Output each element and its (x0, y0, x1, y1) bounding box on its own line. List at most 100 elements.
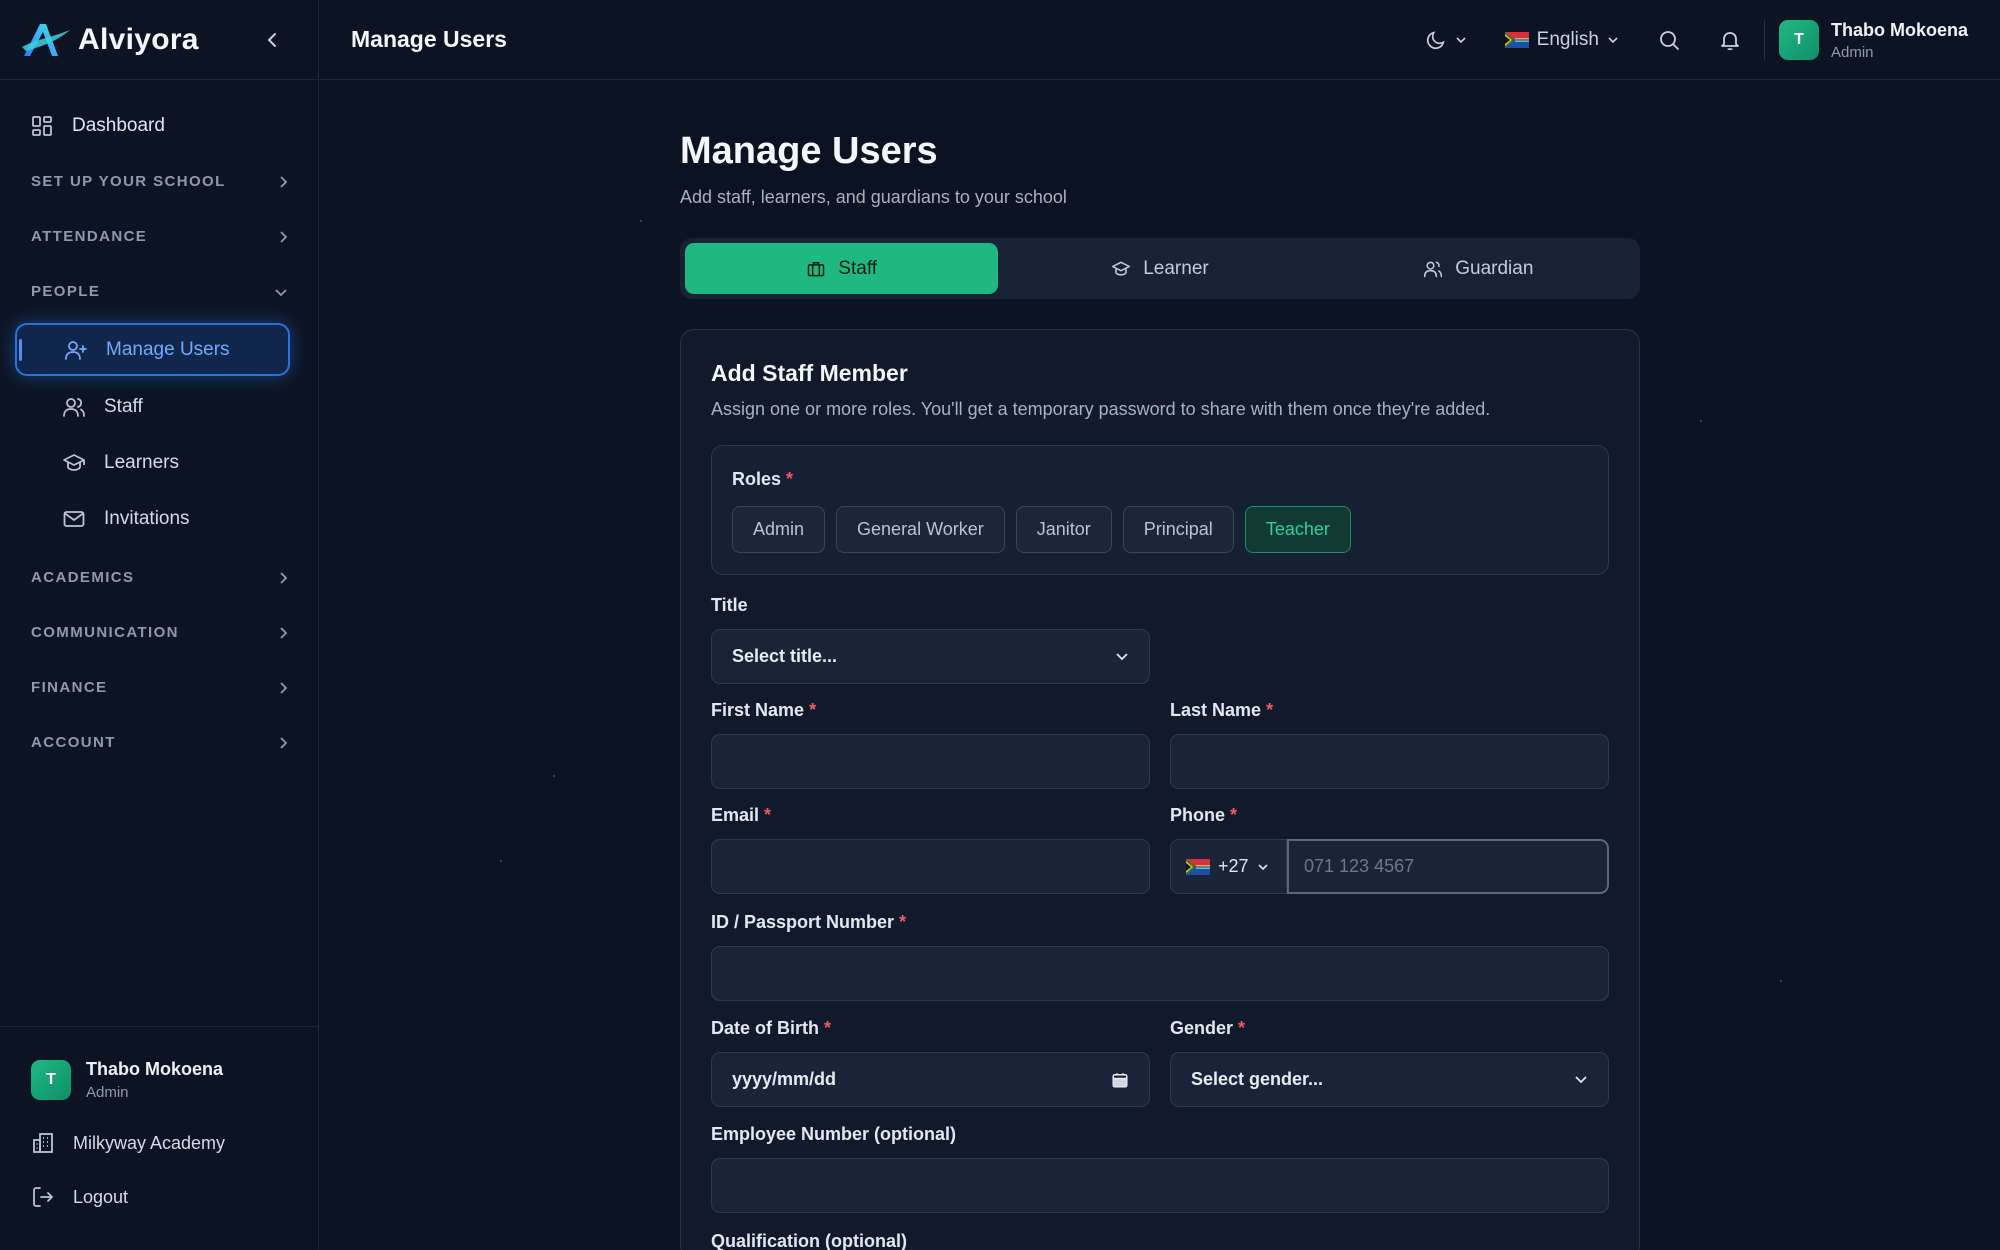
gender-field: Gender * Select gender... (1170, 1018, 1609, 1107)
role-chip-principal[interactable]: Principal (1122, 506, 1234, 553)
sidebar-section-account[interactable]: ACCOUNT (0, 715, 318, 770)
role-chip-teacher[interactable]: Teacher (1244, 506, 1351, 553)
gender-select[interactable]: Select gender... (1170, 1052, 1609, 1107)
dob-label: Date of Birth * (711, 1018, 1150, 1039)
title-field: Title Select title... (711, 595, 1150, 684)
first-name-label: First Name * (711, 700, 1150, 721)
page-subtitle: Add staff, learners, and guardians to yo… (680, 187, 1067, 207)
sidebar-section-communication[interactable]: COMMUNICATION (0, 605, 318, 660)
required-mark: * (1230, 805, 1238, 825)
section-label: PEOPLE (31, 283, 101, 300)
roles-group: Roles * Admin General Worker Janitor Pri… (711, 445, 1609, 575)
users-icon (1424, 261, 1443, 277)
logout-label: Logout (73, 1186, 129, 1207)
sidebar-item-staff[interactable]: Staff (0, 380, 318, 434)
logout-button[interactable]: Logout (31, 1185, 319, 1209)
language-selector[interactable]: English (1504, 29, 1619, 51)
id-passport-label: ID / Passport Number * (711, 912, 1609, 933)
school-name: Milkyway Academy (73, 1132, 226, 1153)
employee-number-input[interactable] (711, 1158, 1609, 1213)
sidebar-section-setup[interactable]: SET UP YOUR SCHOOL (0, 154, 318, 209)
sidebar-item-manage-users[interactable]: Manage Users (15, 323, 290, 376)
calendar-icon[interactable] (1111, 1071, 1129, 1089)
employee-number-field: Employee Number (optional) (711, 1124, 1609, 1213)
tab-label: Learner (1143, 257, 1209, 279)
tab-learner[interactable]: Learner (1003, 243, 1316, 294)
first-name-input[interactable] (711, 734, 1150, 789)
chevron-right-icon (280, 736, 288, 749)
school-link[interactable]: Milkyway Academy (31, 1131, 319, 1155)
phone-number-input[interactable]: 071 123 4567 (1287, 839, 1609, 894)
sidebar-item-invitations[interactable]: Invitations (0, 492, 318, 546)
required-mark: * (899, 912, 907, 932)
dashboard-grid-icon (32, 116, 52, 136)
topbar-user-menu[interactable]: T Thabo Mokoena Admin (1778, 20, 1968, 61)
phone-input-group: +27 071 123 4567 (1170, 839, 1609, 894)
first-name-label-text: First Name (711, 700, 805, 720)
notifications-button[interactable] (1718, 28, 1742, 52)
required-mark: * (1238, 1018, 1246, 1038)
last-name-field: Last Name * (1170, 700, 1609, 789)
sidebar-nav: Dashboard SET UP YOUR SCHOOL ATTENDANCE … (0, 80, 318, 770)
phone-field: Phone * +27 071 123 4567 (1170, 805, 1609, 894)
bell-icon (1721, 32, 1739, 51)
last-name-label-text: Last Name (1170, 700, 1262, 720)
gender-label: Gender * (1170, 1018, 1609, 1039)
roles-label: Roles * (732, 469, 1588, 490)
role-chip-janitor[interactable]: Janitor (1015, 506, 1112, 553)
chevron-right-icon (280, 626, 288, 639)
phone-label-text: Phone (1170, 805, 1226, 825)
sidebar-user[interactable]: T Thabo Mokoena Admin (31, 1059, 319, 1101)
sidebar-section-academics[interactable]: ACADEMICS (0, 550, 318, 605)
sidebar-item-dashboard[interactable]: Dashboard (0, 100, 318, 152)
chevron-right-icon (280, 230, 288, 243)
sidebar-item-label: Dashboard (72, 115, 165, 136)
theme-toggle-button[interactable] (1425, 29, 1467, 51)
role-chip-admin[interactable]: Admin (732, 506, 826, 553)
section-label: ACCOUNT (31, 734, 116, 751)
users-icon (63, 398, 85, 417)
required-mark: * (824, 1018, 832, 1038)
email-input[interactable] (711, 839, 1150, 894)
chevron-down-icon (1116, 652, 1128, 660)
required-mark: * (764, 805, 772, 825)
sidebar-section-people[interactable]: PEOPLE (0, 264, 318, 319)
sidebar-item-learners[interactable]: Learners (0, 436, 318, 490)
tab-guardian[interactable]: Guardian (1322, 243, 1635, 294)
role-chips: Admin General Worker Janitor Principal T… (732, 506, 1588, 553)
sidebar-section-attendance[interactable]: ATTENDANCE (0, 209, 318, 264)
id-passport-input[interactable] (711, 946, 1609, 1001)
tab-staff[interactable]: Staff (685, 243, 999, 294)
sidebar-section-finance[interactable]: FINANCE (0, 660, 318, 715)
tab-label: Guardian (1455, 257, 1534, 279)
chevron-down-icon (1608, 37, 1618, 44)
sidebar-item-label: Invitations (104, 508, 190, 529)
topbar-divider (1763, 20, 1765, 60)
section-label: ATTENDANCE (31, 228, 148, 245)
dob-placeholder: yyyy/mm/dd (732, 1069, 837, 1089)
sidebar-item-label: Manage Users (106, 338, 230, 360)
sidebar-item-label: Learners (104, 452, 179, 473)
chevron-right-icon (280, 175, 288, 188)
chevron-left-icon (267, 33, 276, 47)
add-staff-card: Add Staff Member Assign one or more role… (680, 329, 1640, 1250)
id-passport-label-text: ID / Passport Number (711, 912, 895, 932)
roles-label-text: Roles (732, 469, 782, 489)
chevron-right-icon (280, 571, 288, 584)
user-name: Thabo Mokoena (86, 1059, 224, 1079)
employee-number-label: Employee Number (optional) (711, 1124, 957, 1144)
collapse-sidebar-button[interactable] (260, 28, 284, 52)
graduation-cap-icon (1112, 261, 1131, 276)
dob-field: Date of Birth * yyyy/mm/dd (711, 1018, 1150, 1107)
logout-icon (33, 1187, 54, 1207)
role-chip-general-worker[interactable]: General Worker (836, 506, 1005, 553)
title-select[interactable]: Select title... (711, 629, 1150, 684)
last-name-input[interactable] (1170, 734, 1609, 789)
country-code-select[interactable]: +27 (1170, 839, 1287, 894)
user-plus-icon (65, 340, 87, 360)
search-button[interactable] (1657, 28, 1681, 52)
brand-name: Alviyora (78, 22, 199, 56)
brand-logo[interactable]: Alviyora (20, 20, 199, 60)
moon-icon (1426, 31, 1445, 50)
dob-input[interactable]: yyyy/mm/dd (711, 1052, 1150, 1107)
